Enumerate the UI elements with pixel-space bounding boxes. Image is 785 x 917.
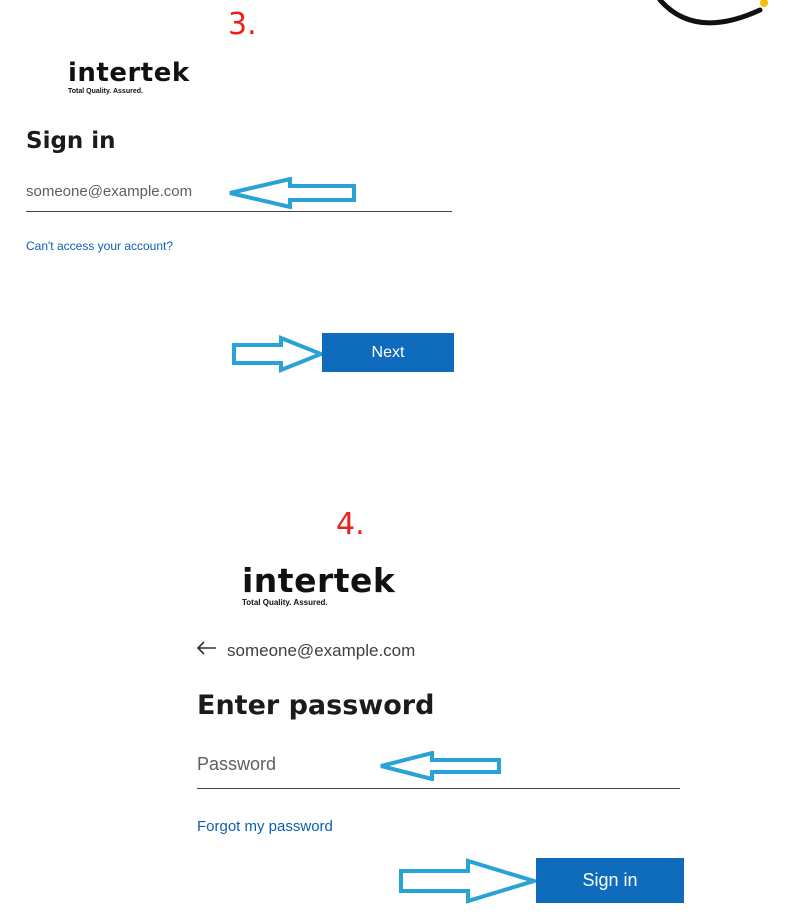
hollow-arrow-icon xyxy=(228,177,358,209)
logo-wordmark: intertek xyxy=(68,58,190,88)
step-number-3: 3. xyxy=(228,7,257,42)
account-email: someone@example.com xyxy=(227,640,416,660)
hollow-arrow-icon xyxy=(378,751,503,781)
left-arrow-icon[interactable] xyxy=(196,640,217,660)
password-input-underline xyxy=(197,788,680,789)
hollow-arrow-icon xyxy=(398,857,538,905)
next-button[interactable]: Next xyxy=(322,333,454,372)
forgot-password-link[interactable]: Forgot my password xyxy=(197,819,333,834)
intertek-logo: intertek Total Quality. Assured. xyxy=(242,564,395,607)
email-input-underline xyxy=(26,211,452,212)
sign-in-button[interactable]: Sign in xyxy=(536,858,684,903)
logo-wordmark: intertek xyxy=(242,561,396,600)
cant-access-account-link[interactable]: Can't access your account? xyxy=(26,240,173,252)
back-to-account[interactable]: someone@example.com xyxy=(196,640,416,660)
enter-password-heading: Enter password xyxy=(197,690,435,721)
logo-tagline: Total Quality. Assured. xyxy=(242,598,328,607)
step-number-4: 4. xyxy=(336,507,365,542)
logo-tagline: Total Quality. Assured. xyxy=(68,88,143,95)
email-input[interactable]: someone@example.com xyxy=(26,184,192,199)
sign-in-heading: Sign in xyxy=(26,128,116,154)
hollow-arrow-icon xyxy=(231,335,325,373)
password-input[interactable]: Password xyxy=(197,755,276,773)
intertek-logo: intertek Total Quality. Assured. xyxy=(68,60,190,95)
corner-circle-decoration xyxy=(657,0,768,26)
